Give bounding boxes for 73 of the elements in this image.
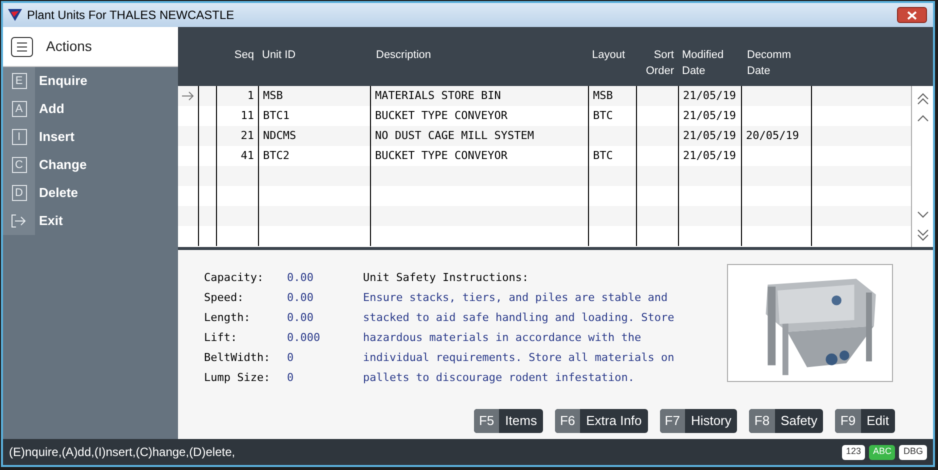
key-icon: E	[12, 73, 26, 89]
field-label: Speed:	[204, 290, 245, 306]
key-icon: C	[12, 157, 26, 173]
key-icon: I	[12, 129, 26, 145]
key-icon: A	[12, 101, 26, 117]
column-header[interactable]: Modified Date	[682, 47, 741, 86]
table-cell-text: 21	[240, 128, 254, 144]
logo-icon	[7, 8, 23, 22]
field-value: 0.000	[287, 330, 322, 346]
table-cell-text: BUCKET TYPE CONVEYOR	[375, 148, 508, 164]
table-cell-text: BTC2	[263, 148, 290, 164]
field-label: Lift:	[204, 330, 238, 346]
function-key-button[interactable]: F6 Extra Info	[554, 409, 648, 433]
mode-indicator[interactable]: 123	[842, 444, 865, 460]
safety-text: Ensure stacks, tiers, and piles are stable and	[363, 290, 668, 306]
status-text: (E)nquire,(A)dd,(I)nsert,(C)hange,(D)elete,	[9, 444, 236, 461]
column-header[interactable]: Seq	[234, 47, 254, 86]
column-header[interactable]: Description	[376, 47, 432, 86]
table-cell-text: BTC1	[263, 108, 290, 124]
column-header[interactable]: Decomm Date	[747, 47, 807, 86]
table-cell-text: 21/05/19	[683, 108, 736, 124]
close-icon	[907, 10, 917, 20]
safety-text: pallets to discourage rodent infestation.	[363, 370, 635, 386]
function-key-button[interactable]: F7 History	[660, 409, 738, 433]
column-header[interactable]: Layout	[592, 47, 626, 86]
close-button[interactable]	[897, 7, 927, 23]
table-cell-text: 1	[247, 88, 254, 104]
table-cell-text: MSB	[263, 88, 283, 104]
field-value: 0	[287, 350, 295, 366]
key-icon: D	[12, 185, 26, 201]
table-cell-text: MATERIALS STORE BIN	[375, 88, 501, 104]
safety-text: hazardous materials in accordance with the	[363, 330, 642, 346]
menu-icon[interactable]	[11, 36, 33, 56]
function-key-button[interactable]: F5 Items	[474, 409, 543, 433]
table-cell-text: 21/05/19	[683, 128, 736, 144]
function-key-button[interactable]: F9 Edit	[835, 409, 895, 433]
function-key-button[interactable]: F8 Safety	[749, 409, 824, 433]
action-item[interactable]: I Insert	[3, 123, 178, 151]
table-cell-text: BTC	[593, 108, 613, 124]
field-label: Capacity:	[204, 270, 265, 286]
table-cell-text: BTC	[593, 148, 613, 164]
field-value: 0.00	[287, 270, 314, 286]
column-header[interactable]: Unit ID	[262, 47, 296, 86]
exit-icon	[11, 214, 27, 228]
column-header[interactable]: Sort Order	[636, 47, 674, 86]
table-cell-text: MSB	[593, 88, 613, 104]
action-item[interactable]: A Add	[3, 95, 178, 123]
table-cell-text: 21/05/19	[683, 148, 736, 164]
field-label: Length:	[204, 310, 252, 326]
table-cell-text: 20/05/19	[746, 128, 799, 144]
table-cell-text: BUCKET TYPE CONVEYOR	[375, 108, 508, 124]
actions-title: Actions	[46, 37, 92, 56]
table-cell-text: NO DUST CAGE MILL SYSTEM	[375, 128, 534, 144]
safety-text: stacked to aid safe handling and loading. Store	[363, 310, 674, 326]
action-item[interactable]: D Delete	[3, 179, 178, 207]
mode-indicator[interactable]: DBG	[899, 444, 927, 460]
safety-text: individual requirements. Store all materials on	[363, 350, 674, 366]
table-cell-text: 11	[240, 108, 254, 124]
field-value: 0	[287, 370, 295, 386]
table-row[interactable]: 21 NDCMS NO DUST CAGE MILL SYSTEM 21/05/19 20/05/19	[178, 126, 911, 146]
window-title: Plant Units For THALES NEWCASTLE	[27, 7, 234, 24]
table-cell-text: 41	[240, 148, 254, 164]
safety-title: Unit Safety Instructions:	[363, 270, 529, 286]
field-label: Lump Size:	[204, 370, 272, 386]
field-label: BeltWidth:	[204, 350, 272, 366]
field-value: 0.00	[287, 310, 314, 326]
action-item[interactable]: Exit	[3, 207, 178, 235]
table-cell-text: 21/05/19	[683, 88, 736, 104]
table-cell-text: NDCMS	[263, 128, 296, 144]
action-item[interactable]: E Enquire	[3, 67, 178, 95]
field-value: 0.00	[287, 290, 314, 306]
action-item[interactable]: C Change	[3, 151, 178, 179]
table-row[interactable]: 1 MSB MATERIALS STORE BIN MSB 21/05/19	[178, 86, 911, 106]
